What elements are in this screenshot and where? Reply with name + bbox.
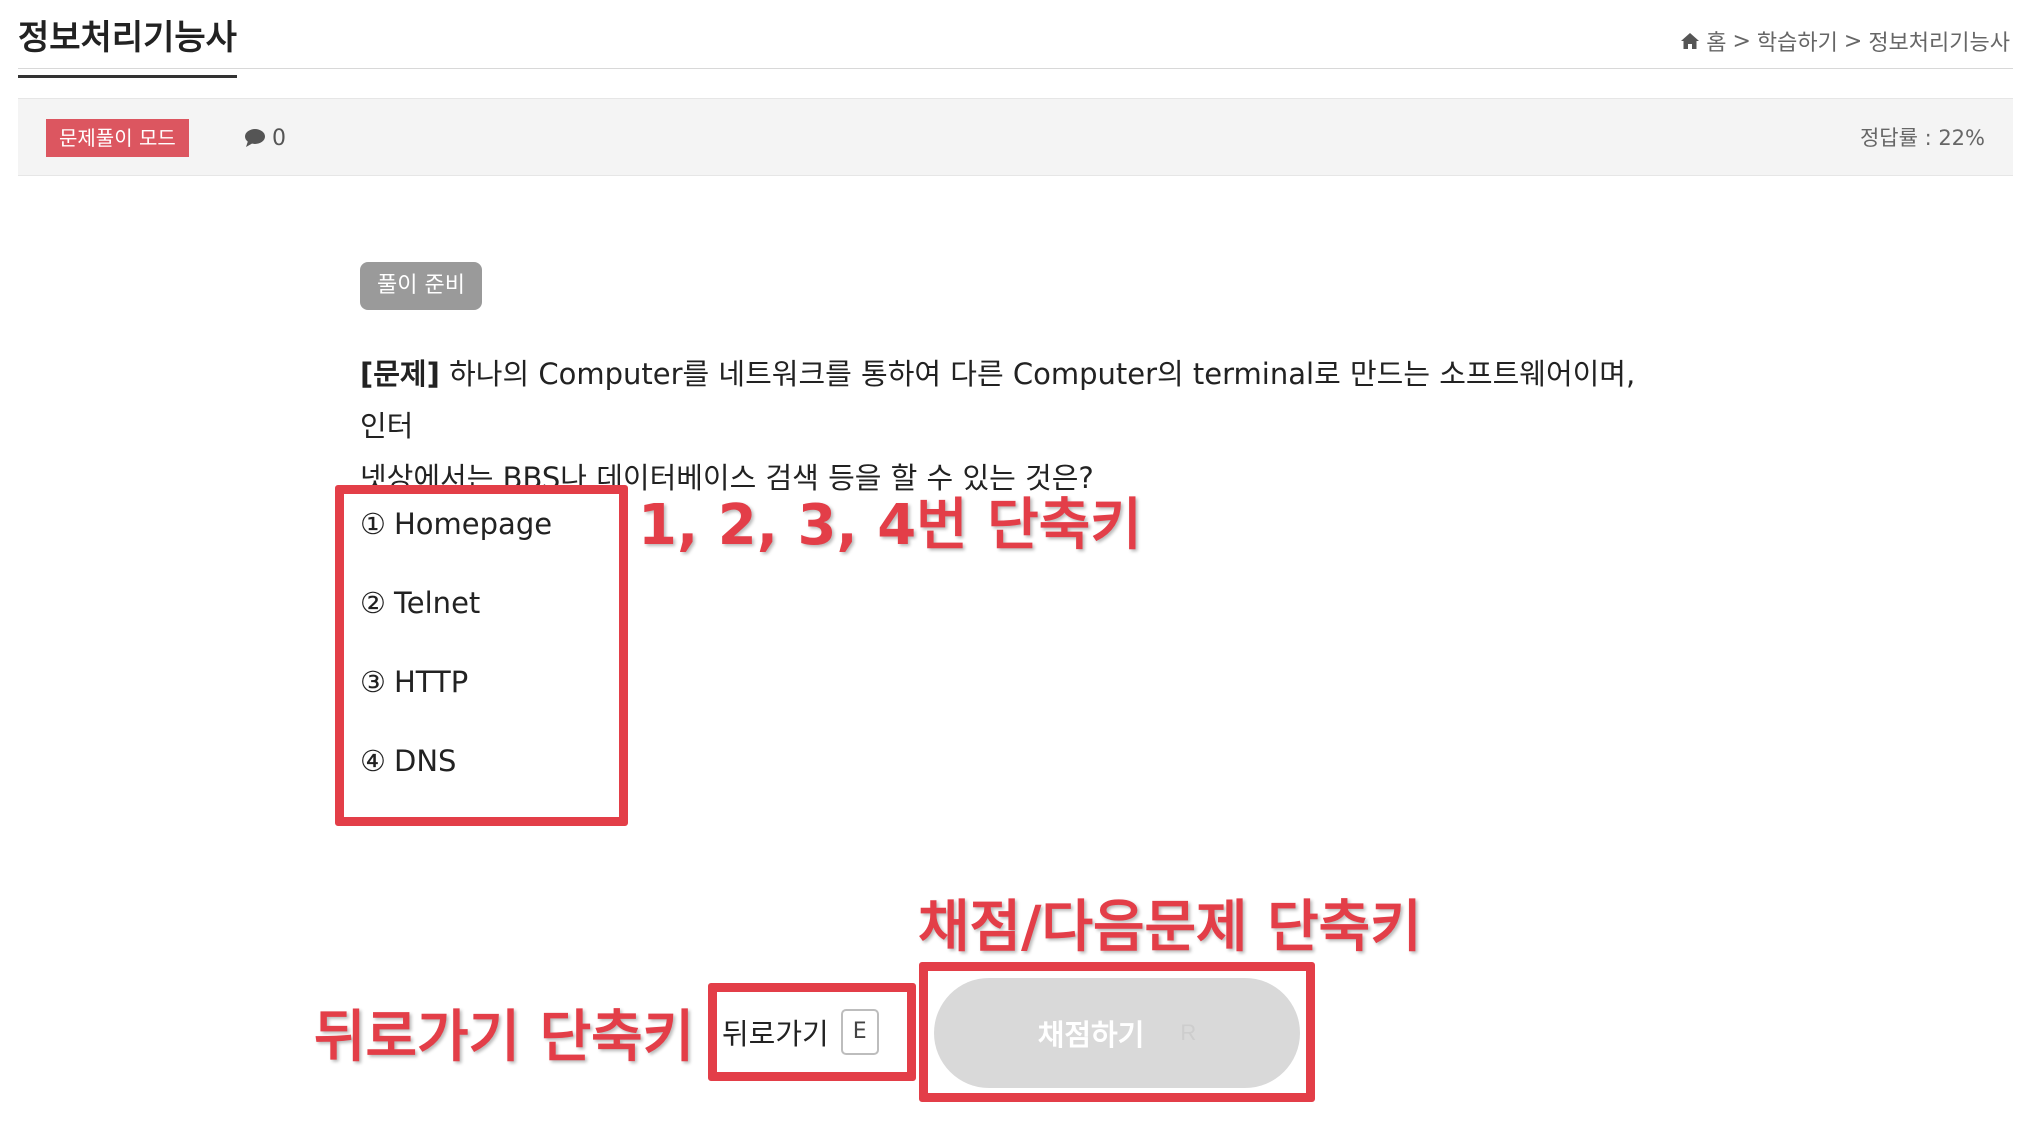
mode-badge: 문제풀이 모드 [46,119,189,157]
breadcrumb-separator: > [1732,28,1751,54]
breadcrumb-current: 정보처리기능사 [1868,31,2010,56]
comment-count: 0 [272,125,286,151]
back-highlight-box [708,983,916,1081]
choices-shortcut-annotation: 1, 2, 3, 4번 단축키 [638,493,1142,558]
breadcrumb-separator: > [1843,28,1863,54]
question-body-line1: 하나의 Computer를 네트워크를 통하여 다른 Computer의 ter… [360,357,1636,443]
mode-bar: 문제풀이 모드 0 정답률 : 22% [18,98,2013,176]
status-chip: 풀이 준비 [360,262,482,310]
comment-icon [244,128,266,148]
accuracy-rate: 정답률 : 22% [1859,126,1985,150]
home-icon[interactable] [1680,32,1700,50]
grade-shortcut-annotation: 채점/다음문제 단축키 [918,895,1422,960]
breadcrumb-home[interactable]: 홈 [1706,25,1726,57]
back-shortcut-annotation: 뒤로가기 단축키 [314,1005,695,1070]
breadcrumb-section[interactable]: 학습하기 [1757,25,1838,57]
grade-highlight-box [919,962,1315,1102]
header-divider [18,68,2013,69]
choices-highlight-box [335,485,628,826]
comment-count-button[interactable]: 0 [244,123,286,153]
breadcrumb: 홈 > 학습하기 > 정보처리기능사 [1680,25,2010,57]
question-label: [문제] [360,357,440,391]
